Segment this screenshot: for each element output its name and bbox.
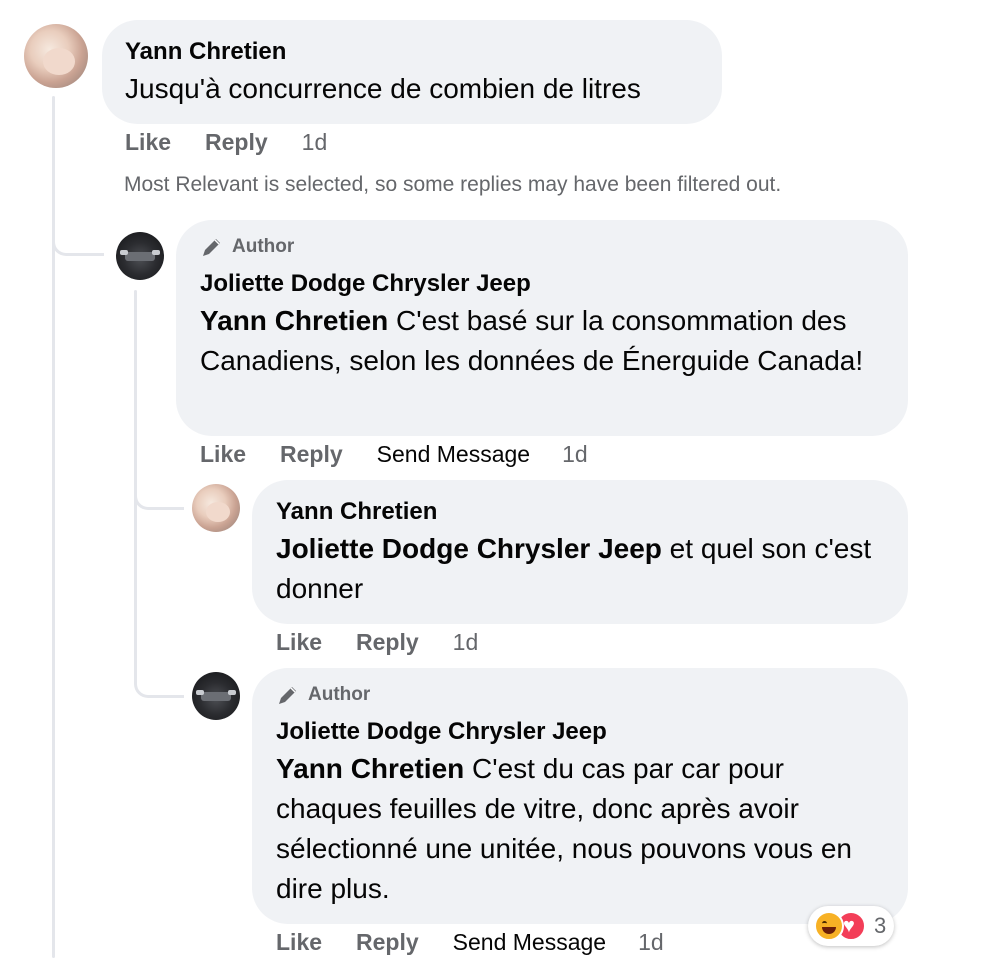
author-badge-label: Author: [232, 236, 295, 257]
avatar[interactable]: [116, 232, 164, 280]
comment-author[interactable]: Yann Chretien: [125, 38, 286, 66]
send-message-button[interactable]: Send Message: [453, 929, 606, 956]
thread-connector: [134, 486, 184, 510]
author-badge: Author: [276, 683, 370, 707]
reply-button[interactable]: Reply: [205, 129, 268, 156]
avatar-headlight: [195, 690, 204, 696]
reply-button[interactable]: Reply: [356, 929, 419, 956]
like-button[interactable]: Like: [276, 629, 322, 656]
avatar[interactable]: [192, 672, 240, 720]
comment-author[interactable]: Joliette Dodge Chrysler Jeep: [276, 718, 607, 746]
pen-icon: [203, 239, 220, 256]
avatar[interactable]: [24, 24, 88, 88]
avatar-face: [43, 48, 76, 76]
reply-button[interactable]: Reply: [356, 629, 419, 656]
like-button[interactable]: Like: [200, 441, 246, 468]
like-button[interactable]: Like: [125, 129, 171, 156]
pen-icon: [279, 687, 296, 704]
avatar-headlight: [228, 690, 237, 696]
avatar[interactable]: [192, 484, 240, 532]
comment-actions: Like Reply 1d: [276, 629, 478, 656]
avatar-face: [206, 502, 231, 523]
avatar-grille: [200, 692, 232, 701]
avatar-grille: [124, 252, 156, 261]
timestamp[interactable]: 1d: [638, 929, 664, 956]
timestamp[interactable]: 1d: [302, 129, 328, 156]
thread-connector: [52, 232, 104, 256]
mention-link[interactable]: Joliette Dodge Chrysler Jeep: [276, 533, 662, 564]
comment-actions: Like Reply Send Message 1d: [276, 929, 664, 956]
avatar-headlight: [152, 250, 161, 256]
comment-text: Yann Chretien C'est du cas par car pour …: [276, 749, 886, 909]
reply-button[interactable]: Reply: [280, 441, 343, 468]
comment-text: Joliette Dodge Chrysler Jeep et quel son…: [276, 529, 886, 609]
thread-connector: [134, 674, 184, 698]
comment-text: Yann Chretien C'est basé sur la consomma…: [200, 301, 890, 381]
like-button[interactable]: Like: [276, 929, 322, 956]
comment-actions: Like Reply 1d: [125, 129, 327, 156]
haha-icon: [814, 911, 844, 941]
reactions-summary[interactable]: 3: [808, 906, 895, 946]
mention-link[interactable]: Yann Chretien: [276, 753, 464, 784]
comment-author[interactable]: Joliette Dodge Chrysler Jeep: [200, 270, 531, 298]
thread-line-nested: [134, 290, 137, 680]
timestamp[interactable]: 1d: [453, 629, 479, 656]
avatar-headlight: [119, 250, 128, 256]
author-badge: Author: [200, 235, 294, 259]
timestamp[interactable]: 1d: [562, 441, 588, 468]
comment-text: Jusqu'à concurrence de combien de litres: [125, 73, 641, 104]
send-message-button[interactable]: Send Message: [377, 441, 530, 468]
comment-author[interactable]: Yann Chretien: [276, 498, 437, 526]
reaction-count: 3: [874, 913, 887, 938]
author-badge-label: Author: [308, 684, 371, 705]
thread-line-main: [52, 96, 55, 958]
comment-actions: Like Reply Send Message 1d: [200, 441, 588, 468]
filter-notice: Most Relevant is selected, so some repli…: [124, 173, 782, 196]
mention-link[interactable]: Yann Chretien: [200, 305, 388, 336]
